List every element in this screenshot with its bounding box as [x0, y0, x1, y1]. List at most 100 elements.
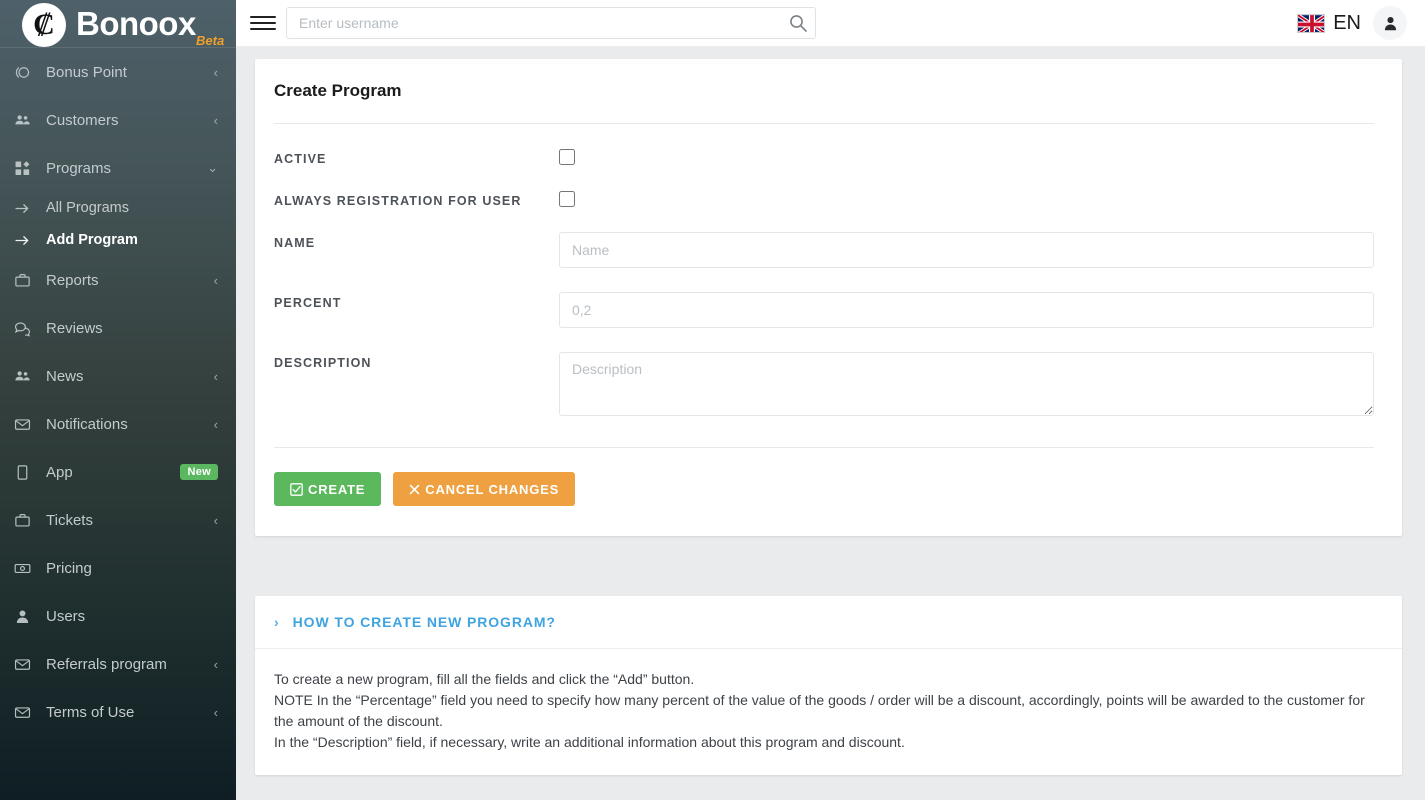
brand-logo-icon: ₡ — [22, 3, 66, 47]
sidebar-item-bonus-point[interactable]: Bonus Point‹ — [0, 48, 236, 96]
sidebar-item-label: Terms of Use — [40, 704, 214, 721]
sidebar: ₡ Bonoox Beta Bonus Point‹Customers‹Prog… — [0, 0, 236, 800]
percent-control — [559, 292, 1374, 328]
new-badge: New — [180, 464, 218, 480]
description-control — [559, 352, 1374, 421]
help-paragraph: In the “Description” field, if necessary… — [274, 732, 1383, 753]
times-icon — [409, 484, 420, 495]
chevron-left-icon: ‹ — [214, 369, 218, 384]
cancel-button-label: CANCEL CHANGES — [425, 482, 559, 497]
hamburger-line — [250, 22, 276, 24]
people-icon — [14, 368, 40, 385]
always-registration-control — [559, 190, 1374, 207]
main-area: EN Create Program ACTIVE — [236, 0, 1425, 800]
search-input[interactable] — [286, 7, 816, 39]
sidebar-item-label: Reviews — [40, 320, 218, 337]
sidebar-item-news[interactable]: News‹ — [0, 352, 236, 400]
programs-icon — [14, 160, 40, 177]
help-paragraph: To create a new program, fill all the fi… — [274, 669, 1383, 690]
sidebar-item-add-program[interactable]: Add Program — [0, 224, 236, 256]
field-row-active: ACTIVE — [274, 124, 1374, 166]
search-box — [286, 7, 816, 39]
sidebar-item-all-programs[interactable]: All Programs — [0, 192, 236, 224]
field-row-percent: PERCENT — [274, 268, 1374, 328]
page-title: Create Program — [274, 81, 1374, 101]
percent-input[interactable] — [559, 292, 1374, 328]
chevron-left-icon: ‹ — [214, 65, 218, 80]
always-registration-label: ALWAYS REGISTRATION FOR USER — [274, 190, 559, 208]
mobile-icon — [14, 464, 40, 481]
sidebar-item-label: Users — [40, 608, 218, 625]
sidebar-item-label: Add Program — [40, 232, 218, 248]
chevron-right-icon: › — [274, 614, 279, 630]
language-selector[interactable]: EN — [1297, 12, 1361, 35]
active-checkbox[interactable] — [559, 149, 575, 165]
chevron-down-icon: ⌄ — [207, 160, 218, 176]
chevron-left-icon: ‹ — [214, 417, 218, 432]
field-row-always-registration: ALWAYS REGISTRATION FOR USER — [274, 166, 1374, 208]
customers-icon — [14, 112, 40, 129]
envelope-icon — [14, 416, 40, 433]
sidebar-item-label: All Programs — [40, 200, 218, 216]
arrow-right-icon — [14, 232, 40, 249]
create-button[interactable]: CREATE — [274, 472, 381, 506]
app-root: ₡ Bonoox Beta Bonus Point‹Customers‹Prog… — [0, 0, 1425, 800]
arrow-right-icon — [14, 200, 40, 217]
sidebar-item-reviews[interactable]: Reviews — [0, 304, 236, 352]
search-icon[interactable] — [788, 13, 808, 33]
hamburger-line — [250, 28, 276, 30]
active-label: ACTIVE — [274, 148, 559, 166]
help-card: › HOW TO CREATE NEW PROGRAM? To create a… — [255, 596, 1402, 775]
chevron-left-icon: ‹ — [214, 273, 218, 288]
description-label: DESCRIPTION — [274, 352, 559, 370]
field-row-description: DESCRIPTION — [274, 328, 1374, 421]
chevron-left-icon: ‹ — [214, 705, 218, 720]
sidebar-item-programs[interactable]: Programs⌄ — [0, 144, 236, 192]
field-row-name: NAME — [274, 208, 1374, 268]
create-program-card: Create Program ACTIVE ALWAYS REGISTRATIO… — [255, 59, 1402, 536]
top-bar: EN — [236, 0, 1425, 47]
name-control — [559, 232, 1374, 268]
create-program-body: Create Program ACTIVE ALWAYS REGISTRATIO… — [255, 59, 1402, 536]
brand-header[interactable]: ₡ Bonoox Beta — [0, 0, 236, 47]
briefcase-icon — [14, 512, 40, 529]
uk-flag-icon — [1297, 14, 1325, 33]
name-input[interactable] — [559, 232, 1374, 268]
chevron-left-icon: ‹ — [214, 657, 218, 672]
user-avatar-icon[interactable] — [1373, 6, 1407, 40]
help-body: To create a new program, fill all the fi… — [255, 649, 1402, 775]
content-area: Create Program ACTIVE ALWAYS REGISTRATIO… — [236, 47, 1425, 800]
sidebar-item-label: Pricing — [40, 560, 218, 577]
sidebar-item-label: Notifications — [40, 416, 214, 433]
sidebar-item-label: News — [40, 368, 214, 385]
sidebar-item-terms-of-use[interactable]: Terms of Use‹ — [0, 688, 236, 736]
sidebar-item-reports[interactable]: Reports‹ — [0, 256, 236, 304]
sidebar-item-referrals-program[interactable]: Referrals program‹ — [0, 640, 236, 688]
sidebar-item-pricing[interactable]: Pricing — [0, 544, 236, 592]
sidebar-item-label: Customers — [40, 112, 214, 129]
sidebar-item-label: Reports — [40, 272, 214, 289]
envelope-icon — [14, 656, 40, 673]
cancel-changes-button[interactable]: CANCEL CHANGES — [393, 472, 575, 506]
sidebar-item-label: Referrals program — [40, 656, 214, 673]
banknote-icon — [14, 560, 40, 577]
sidebar-item-notifications[interactable]: Notifications‹ — [0, 400, 236, 448]
name-label: NAME — [274, 232, 559, 250]
chevron-left-icon: ‹ — [214, 513, 218, 528]
brand-beta-tag: Beta — [196, 33, 224, 48]
bonus-point-icon — [14, 64, 40, 81]
sidebar-item-users[interactable]: Users — [0, 592, 236, 640]
always-registration-checkbox[interactable] — [559, 191, 575, 207]
help-accordion-header[interactable]: › HOW TO CREATE NEW PROGRAM? — [255, 596, 1402, 649]
percent-label: PERCENT — [274, 292, 559, 310]
hamburger-icon[interactable] — [250, 10, 276, 36]
user-icon — [14, 608, 40, 625]
chevron-left-icon: ‹ — [214, 113, 218, 128]
description-textarea[interactable] — [559, 352, 1374, 416]
help-title: HOW TO CREATE NEW PROGRAM? — [293, 614, 556, 630]
sidebar-item-app[interactable]: AppNew — [0, 448, 236, 496]
sidebar-item-label: Programs — [40, 160, 207, 177]
sidebar-item-customers[interactable]: Customers‹ — [0, 96, 236, 144]
sidebar-nav: Bonus Point‹Customers‹Programs⌄All Progr… — [0, 48, 236, 736]
sidebar-item-tickets[interactable]: Tickets‹ — [0, 496, 236, 544]
